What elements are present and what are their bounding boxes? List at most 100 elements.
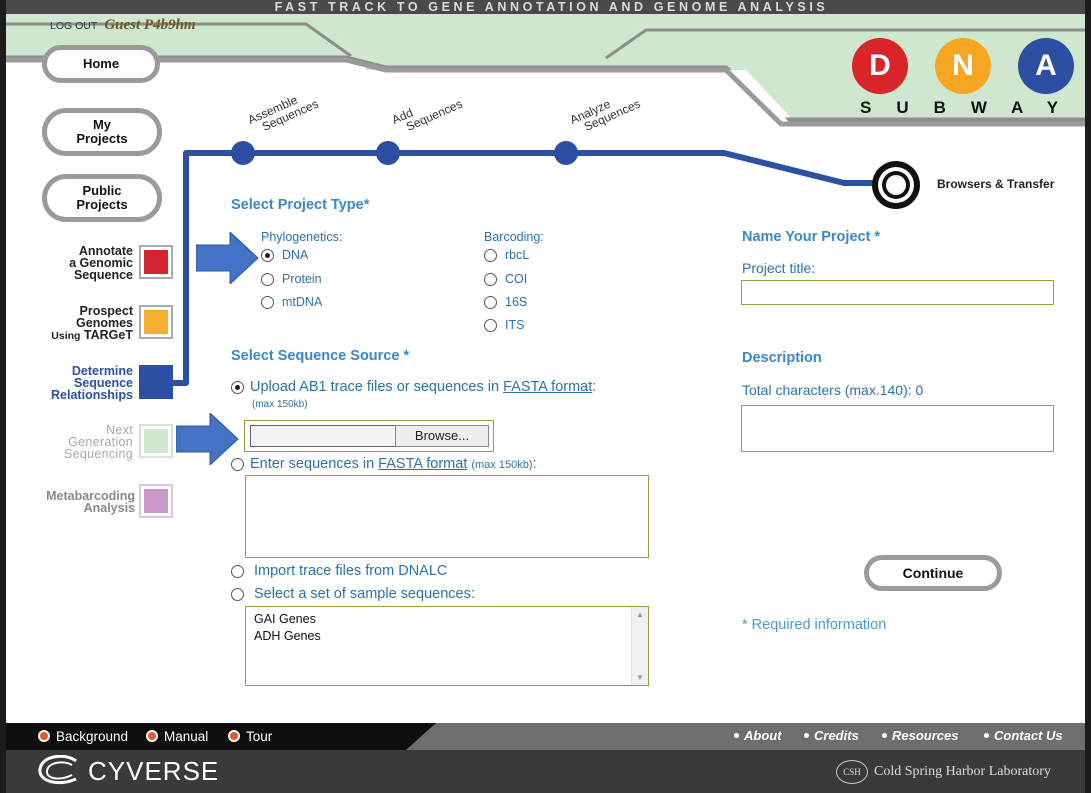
footer-tour-label: Tour <box>246 729 273 744</box>
radio-icon <box>261 296 274 310</box>
radio-16s-label: 16S <box>505 295 528 309</box>
sample-option[interactable]: ADH Genes <box>254 629 321 643</box>
project-title-label: Project title: <box>742 260 816 276</box>
radio-icon <box>484 249 497 263</box>
radio-icon <box>231 457 244 471</box>
footer-manual-link[interactable]: Manual <box>146 729 208 744</box>
radio-upload[interactable]: Upload AB1 trace files or sequences in F… <box>231 379 596 395</box>
radio-rbcl[interactable]: rbcL <box>484 248 530 263</box>
stop-analyze-icon <box>554 141 578 165</box>
radio-enter-sequences[interactable]: Enter sequences in FASTA format (max 150… <box>231 456 537 472</box>
radio-icon <box>231 564 244 578</box>
upload-colon: : <box>592 379 597 395</box>
name-project-title: Name Your Project * <box>742 229 881 245</box>
public-projects-label-2: Projects <box>76 197 128 212</box>
public-projects-label-1: Public <box>82 183 122 198</box>
description-textarea[interactable] <box>741 405 1054 452</box>
radio-protein[interactable]: Protein <box>261 272 322 287</box>
radio-rbcl-label: rbcL <box>505 248 530 262</box>
continue-button[interactable]: Continue <box>864 555 1002 591</box>
dna-subway-logo[interactable]: D N A SUBWAY <box>852 38 1082 118</box>
footer-tour-link[interactable]: Tour <box>228 729 272 744</box>
logo-n-icon: N <box>935 38 991 94</box>
footer-logos: CYVERSE CSH Cold Spring Harbor Laborator… <box>6 750 1085 793</box>
prospect-box-icon <box>139 305 173 339</box>
logout-link[interactable]: LOG OUT <box>50 20 97 32</box>
radio-its[interactable]: ITS <box>484 318 524 333</box>
radio-import-dnalc[interactable]: Import trace files from DNALC <box>231 563 447 579</box>
cshl-logo[interactable]: CSH Cold Spring Harbor Laboratory <box>836 760 1051 784</box>
footer-credits-link[interactable]: Credits <box>804 728 859 743</box>
footer-background-link[interactable]: Background <box>38 729 128 744</box>
sequence-textarea[interactable] <box>245 475 649 558</box>
footer-about-link[interactable]: About <box>734 728 782 743</box>
project-type-title: Select Project Type* <box>231 197 370 213</box>
bullet-icon <box>882 733 887 738</box>
arrow-pointer-icon <box>196 232 259 284</box>
my-projects-button[interactable]: My Projects <box>42 108 162 156</box>
sequence-source-title: Select Sequence Source * <box>231 348 410 364</box>
bullet-icon <box>146 730 158 742</box>
description-counter: Total characters (max.140): 0 <box>742 382 924 398</box>
cyverse-logo[interactable]: CYVERSE <box>36 755 219 787</box>
sample-label: Select a set of sample sequences: <box>254 586 475 602</box>
logo-a-icon: A <box>1018 38 1074 94</box>
radio-icon <box>231 587 244 601</box>
scroll-down-icon[interactable]: ▼ <box>636 673 644 682</box>
scrollbar[interactable]: ▲ ▼ <box>631 607 648 685</box>
user-bar: LOG OUT Guest P4b9hm <box>50 17 196 34</box>
radio-mtdna[interactable]: mtDNA <box>261 295 323 310</box>
my-projects-label-1: My <box>92 117 112 132</box>
radio-mtdna-label: mtDNA <box>282 295 323 309</box>
public-projects-button[interactable]: Public Projects <box>42 174 162 222</box>
bullet-icon <box>38 730 50 742</box>
ngs-line-3: Sequencing <box>63 447 133 461</box>
determine-line-3: Relationships <box>51 388 133 402</box>
sample-option[interactable]: GAI Genes <box>254 612 316 626</box>
footer-about-label: About <box>744 728 782 743</box>
sample-list[interactable]: GAI Genes ADH Genes ▲ ▼ <box>245 606 649 686</box>
radio-coi-label: COI <box>505 272 528 286</box>
determine-box-icon <box>139 365 173 399</box>
radio-icon <box>261 249 274 263</box>
logo-word: SUBWAY <box>860 98 1084 117</box>
footer-credits-label: Credits <box>814 728 859 743</box>
upload-label: Upload AB1 trace files or sequences in <box>250 379 504 395</box>
radio-icon <box>484 296 497 310</box>
radio-icon <box>231 380 244 394</box>
home-label: Home <box>82 56 120 71</box>
cyverse-label: CYVERSE <box>88 755 220 786</box>
project-title-input[interactable] <box>741 280 1054 305</box>
footer-resources-link[interactable]: Resources <box>882 728 958 743</box>
enter-colon: : <box>532 456 537 472</box>
scroll-up-icon[interactable]: ▲ <box>636 610 644 619</box>
annotate-box-icon <box>139 245 173 279</box>
ngs-box-icon <box>139 424 173 458</box>
footer-manual-label: Manual <box>164 729 209 744</box>
radio-16s[interactable]: 16S <box>484 295 528 310</box>
fasta-format-link-2[interactable]: FASTA format <box>378 456 467 472</box>
annotate-line-3: Sequence <box>73 268 133 282</box>
logo-d-icon: D <box>852 38 908 94</box>
metabarcoding-box-icon <box>139 484 173 518</box>
browsers-transfer-label[interactable]: Browsers & Transfer <box>937 177 1054 191</box>
radio-sample-sequences[interactable]: Select a set of sample sequences: <box>231 586 475 602</box>
radio-dna[interactable]: DNA <box>261 248 308 263</box>
footer-resources-label: Resources <box>892 728 959 743</box>
radio-coi[interactable]: COI <box>484 272 528 287</box>
page: FAST TRACK TO GENE ANNOTATION AND GENOME… <box>0 0 1091 793</box>
footer-nav: Background Manual Tour About Credits Res… <box>6 723 1085 750</box>
cshl-seal-icon: CSH <box>836 760 868 784</box>
footer-contact-link[interactable]: Contact Us <box>984 728 1063 743</box>
bullet-icon <box>804 733 809 738</box>
fasta-format-link[interactable]: FASTA format <box>503 379 592 395</box>
upload-max-note: (max 150kb) <box>252 399 308 410</box>
phylogenetics-label: Phylogenetics: <box>261 230 343 244</box>
my-projects-label-2: Projects <box>76 131 128 146</box>
file-path-input[interactable] <box>250 425 395 447</box>
browse-button[interactable]: Browse... <box>395 425 489 447</box>
home-button[interactable]: Home <box>42 45 160 83</box>
enter-max-note: (max 150kb) <box>471 459 533 471</box>
prospect-line-3b: TARGeT <box>83 328 133 342</box>
footer-contact-label: Contact Us <box>994 728 1063 743</box>
